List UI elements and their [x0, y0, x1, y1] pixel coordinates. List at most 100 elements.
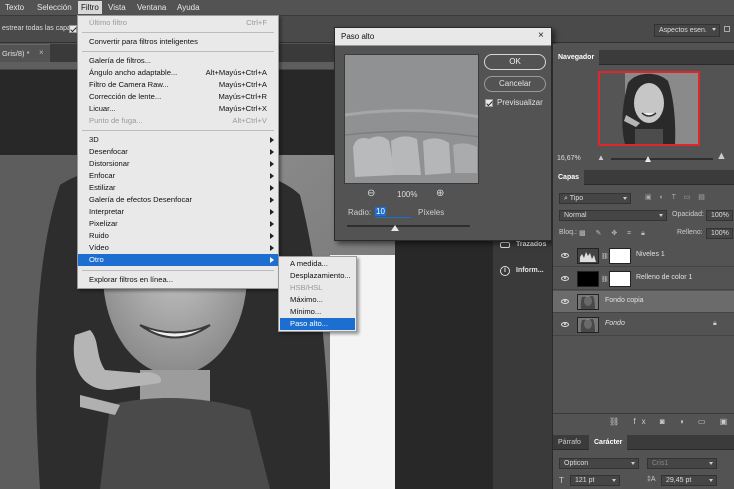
leading-icon: ‡A: [647, 476, 656, 483]
menu-item-adaptive-wide-angle[interactable]: Ángulo ancho adaptable... Alt+Mayús+Ctrl+…: [78, 67, 278, 79]
menu-seleccion[interactable]: Selección: [37, 3, 72, 12]
eye-icon[interactable]: [561, 253, 569, 258]
submenu-item-high-pass[interactable]: Paso alto...: [280, 318, 355, 330]
layer-row-levels[interactable]: ⛓ Niveles 1: [553, 245, 734, 267]
ok-button[interactable]: OK: [484, 54, 546, 70]
preview-label: Previsualizar: [497, 98, 543, 107]
sample-all-layers-checkbox[interactable]: [69, 25, 77, 33]
opacity-input[interactable]: 100%: [706, 210, 733, 221]
layer-row-color-fill[interactable]: ⛓ Relleno de color 1: [553, 268, 734, 290]
menu-item-smart-filters[interactable]: Convertir para filtros inteligentes: [78, 36, 278, 48]
lock-icons[interactable]: ▩ ✎ ✥ ⌗ 🔒︎: [579, 229, 649, 238]
eye-icon[interactable]: [561, 299, 569, 304]
radius-unit: Píxeles: [418, 208, 445, 217]
dialog-titlebar[interactable]: Paso alto ×: [335, 28, 551, 46]
layers-footer: ⛓ fx ◙ ◑ ▭ ▣ 🗑︎: [553, 413, 734, 429]
font-family-select[interactable]: Opticon: [559, 458, 639, 469]
layer-row-background[interactable]: Fondo 🔒︎: [553, 314, 734, 336]
submenu-arrow-icon: [270, 209, 274, 215]
workspace-select[interactable]: Aspectos esen.: [654, 24, 720, 37]
menu-separator: [82, 130, 274, 131]
leading-input[interactable]: 29,45 pt: [661, 475, 717, 486]
tab-character[interactable]: Carácter: [589, 435, 628, 450]
paths-icon: [500, 242, 510, 248]
sample-all-layers-label: estrear todas las capas: [2, 25, 75, 32]
radius-slider-track[interactable]: [347, 225, 470, 227]
radius-slider-handle[interactable]: [391, 225, 399, 231]
preview-checkbox[interactable]: [485, 99, 493, 107]
submenu-arrow-icon: [270, 257, 274, 263]
menu-item-video[interactable]: Vídeo: [78, 242, 278, 254]
zoom-out-mountain-icon[interactable]: ▲: [597, 153, 605, 162]
menu-item-sharpen[interactable]: Enfocar: [78, 170, 278, 182]
blend-mode-select[interactable]: Normal: [559, 210, 667, 221]
menu-item-other[interactable]: Otro: [78, 254, 278, 266]
navigator-panel-header: Navegador: [553, 50, 734, 65]
eye-icon[interactable]: [561, 276, 569, 281]
zoom-out-icon[interactable]: ⊖: [367, 188, 375, 199]
tab-paragraph[interactable]: Párrafo: [553, 435, 586, 450]
menu-item-render[interactable]: Interpretar: [78, 206, 278, 218]
menu-vista[interactable]: Vista: [108, 3, 126, 12]
menu-filtro[interactable]: Filtro: [78, 1, 102, 14]
tab-navigator[interactable]: Navegador: [553, 50, 600, 65]
menu-item-camera-raw[interactable]: Filtro de Camera Raw... Mayús+Ctrl+A: [78, 79, 278, 91]
menu-item-lens-correction[interactable]: Corrección de lente... Mayús+Ctrl+R: [78, 91, 278, 103]
filter-menu: Último filtro Ctrl+F Convertir para filtr…: [77, 15, 279, 289]
menu-item-blur[interactable]: Desenfocar: [78, 146, 278, 158]
submenu-arrow-icon: [270, 173, 274, 179]
menu-item-distort[interactable]: Distorsionar: [78, 158, 278, 170]
navigator-zoom[interactable]: 16,67%: [557, 155, 581, 162]
layer-row-background-copy[interactable]: Fondo copia: [553, 291, 734, 313]
menu-ayuda[interactable]: Ayuda: [177, 3, 200, 12]
submenu-item-custom[interactable]: A medida...: [280, 258, 355, 270]
close-icon[interactable]: ×: [538, 30, 544, 41]
menu-item-stylize[interactable]: Estilizar: [78, 182, 278, 194]
dock-info[interactable]: i Inform...: [493, 260, 553, 284]
submenu-item-maximum[interactable]: Máximo...: [280, 294, 355, 306]
menu-item-vanishing-point[interactable]: Punto de fuga... Alt+Ctrl+V: [78, 115, 278, 127]
menu-item-liquify[interactable]: Licuar... Mayús+Ctrl+X: [78, 103, 278, 115]
navigator-thumbnail[interactable]: [598, 71, 700, 146]
font-size-input[interactable]: 121 pt: [570, 475, 620, 486]
font-style-select[interactable]: Cris1: [647, 458, 717, 469]
right-panels: Navegador 16,67% ▲ ▲ Capas ⌕ Tipo ▣ ◐ T …: [552, 44, 734, 489]
filter-preview[interactable]: [344, 54, 479, 184]
menu-ventana[interactable]: Ventana: [137, 3, 166, 12]
navigator-slider-handle[interactable]: [645, 156, 651, 162]
menu-item-last-filter[interactable]: Último filtro Ctrl+F: [78, 17, 278, 29]
submenu-arrow-icon: [270, 161, 274, 167]
cancel-button[interactable]: Cancelar: [484, 76, 546, 92]
submenu-arrow-icon: [270, 149, 274, 155]
other-submenu: A medida... Desplazamiento... HSB/HSL Má…: [278, 256, 357, 332]
zoom-in-icon[interactable]: ⊕: [436, 188, 444, 199]
submenu-item-offset[interactable]: Desplazamiento...: [280, 270, 355, 282]
menu-item-blur-gallery[interactable]: Galería de efectos Desenfocar: [78, 194, 278, 206]
layer-filter-select[interactable]: ⌕ Tipo: [559, 193, 631, 204]
levels-adjustment-icon: [577, 248, 599, 264]
layers-footer-icons[interactable]: ⛓ fx ◙ ◑ ▭ ▣ 🗑︎: [609, 417, 734, 426]
document-tab[interactable]: Gris/8) * ×: [0, 44, 50, 62]
menu-item-browse-online[interactable]: Explorar filtros en línea...: [78, 274, 278, 286]
menu-bar: Texto Selección Filtro Vista Ventana Ayu…: [0, 0, 734, 16]
submenu-arrow-icon: [270, 245, 274, 251]
submenu-arrow-icon: [270, 185, 274, 191]
menu-item-noise[interactable]: Ruido: [78, 230, 278, 242]
close-icon[interactable]: ×: [39, 48, 44, 57]
link-icon: ⛓: [601, 277, 609, 283]
radius-input[interactable]: 10: [375, 206, 411, 218]
menu-texto[interactable]: Texto: [5, 3, 24, 12]
menu-item-pixelate[interactable]: Pixelizar: [78, 218, 278, 230]
menu-item-3d[interactable]: 3D: [78, 134, 278, 146]
submenu-item-minimum[interactable]: Mínimo...: [280, 306, 355, 318]
menu-item-filter-gallery[interactable]: Galería de filtros...: [78, 55, 278, 67]
navigator-zoom-slider[interactable]: [611, 158, 713, 160]
tab-layers[interactable]: Capas: [553, 170, 585, 185]
background-copy-thumbnail: [577, 294, 599, 310]
workspace-icon[interactable]: [724, 26, 730, 32]
layer-filter-icons[interactable]: ▣ ◐ T ▭ ▤: [645, 193, 715, 204]
fill-input[interactable]: 100%: [706, 228, 733, 239]
zoom-in-mountain-icon[interactable]: ▲: [716, 150, 727, 162]
submenu-item-hsb-hsl[interactable]: HSB/HSL: [280, 282, 355, 294]
eye-icon[interactable]: [561, 322, 569, 327]
